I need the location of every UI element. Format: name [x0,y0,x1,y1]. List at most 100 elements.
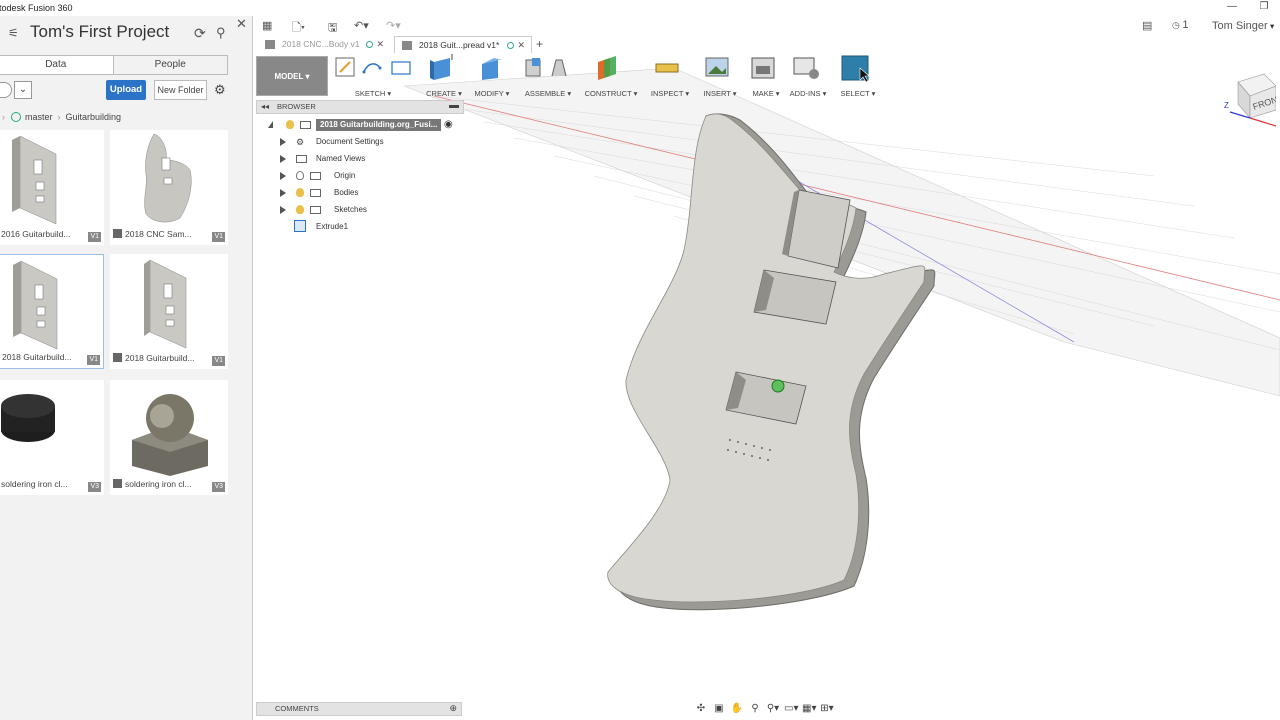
addins-group[interactable]: ADD-INS ▾ [788,54,828,100]
search-icon[interactable]: ⚲ [216,25,226,41]
sketch-tools-icons [335,57,411,77]
create-group[interactable]: CREATE ▾ [424,54,464,100]
tab-people[interactable]: People [112,56,227,74]
display-settings-icon[interactable]: ▭▾ [784,703,798,714]
add-tab-icon[interactable]: + [536,36,543,53]
assemble-group[interactable]: ASSEMBLE ▾ [522,54,574,100]
job-count: 1 [1182,19,1189,31]
tree-node[interactable]: Bodies [280,186,460,200]
insert-group[interactable]: INSERT ▾ [700,54,740,100]
fit-icon[interactable]: ⚲▾ [766,703,780,714]
expand-icon[interactable] [280,155,286,163]
file-item[interactable]: 2018 Guitarbuild... V1 [110,254,228,369]
visibility-bulb-icon[interactable] [296,188,304,197]
construct-menu[interactable]: CONSTRUCT ▾ [584,89,638,98]
branch-icon [11,112,21,122]
breadcrumb-guitarbuilding[interactable]: Guitarbuilding [66,112,122,122]
make-menu[interactable]: MAKE ▾ [746,89,786,98]
refresh-icon[interactable]: ⟳ [194,25,206,42]
create-menu[interactable]: CREATE ▾ [424,89,464,98]
expand-icon[interactable] [280,206,286,214]
minimize-icon[interactable]: ▬ [449,100,459,112]
sync-status-icon [507,42,514,49]
undo-icon[interactable]: ↶▾ [354,19,369,32]
collapse-icon[interactable]: ◂◂ [261,101,269,113]
assemble-menu[interactable]: ASSEMBLE ▾ [522,89,574,98]
expand-icon[interactable] [280,189,286,197]
user-menu[interactable]: Tom Singer ▾ [1212,20,1274,32]
file-thumbnail [144,259,187,349]
new-folder-button[interactable]: New Folder [154,80,207,100]
document-tab[interactable]: 2018 CNC...Body v1 ✕ [258,36,390,53]
file-item[interactable]: 2018 Guitarbuild... V1 [0,254,104,369]
add-comment-icon[interactable]: ⊕ [449,702,457,714]
file-item[interactable]: soldering iron cl... V3 [0,380,104,495]
visibility-bulb-icon[interactable] [296,205,304,214]
file-item[interactable]: 2016 Guitarbuild... V1 [0,130,104,245]
tree-node[interactable]: ⚙ Document Settings [280,135,460,149]
notification-icon[interactable]: ▤ [1142,19,1152,32]
viewports-icon[interactable]: ⊞▾ [820,703,834,714]
breadcrumb-master[interactable]: master [25,112,53,122]
sketch-menu[interactable]: SKETCH ▾ [334,89,412,98]
select-menu[interactable]: SELECT ▾ [838,89,878,98]
orbit-icon[interactable]: ✣ [694,703,708,714]
quick-access-toolbar: ▦ 🗋▾ 🖫 ↶▾ ↷▾ ▤ ◷ 1 Tom Singer ▾ [254,16,1280,36]
job-status-icon[interactable]: ◷ 1 [1172,19,1188,31]
close-icon[interactable]: ✕ [236,16,247,32]
close-icon[interactable]: ✕ [376,36,384,53]
expand-icon[interactable] [280,172,286,180]
timeline-node[interactable]: Extrude1 [294,220,454,234]
view-toggle-icon[interactable] [0,82,12,98]
insert-menu[interactable]: INSERT ▾ [700,89,740,98]
restore-button[interactable]: ❐ [1248,0,1280,16]
grid-settings-icon[interactable]: ▦▾ [802,703,816,714]
file-name: 2016 Guitarbuild... [1,229,71,239]
tree-node-label: Sketches [334,205,367,214]
document-tab-active[interactable]: 2018 Guit...pread v1* ✕ [394,36,532,53]
expand-icon[interactable] [268,121,273,128]
file-thumbnail [132,394,208,476]
look-at-icon[interactable]: ▣ [712,703,726,714]
close-icon[interactable]: ✕ [517,37,525,54]
tree-root[interactable]: 2018 Guitarbuilding.org_Fusi... ◉ [268,118,464,132]
addins-menu[interactable]: ADD-INS ▾ [788,89,828,98]
activate-radio-icon[interactable]: ◉ [444,118,453,132]
upload-button[interactable]: Upload [106,80,146,100]
zoom-icon[interactable]: ⚲ [748,703,762,714]
file-item[interactable]: soldering iron cl... V3 [110,380,228,495]
comments-title: COMMENTS [275,704,319,713]
modify-group[interactable]: MODIFY ▾ [472,54,512,100]
visibility-bulb-icon[interactable] [296,171,304,180]
root-component-label: 2018 Guitarbuilding.org_Fusi... [316,119,442,131]
file-name: 2018 CNC Sam... [125,229,192,239]
tree-node[interactable]: Sketches [280,203,460,217]
data-panel-grid-icon[interactable]: ▦ [262,19,272,32]
gear-icon[interactable]: ⚙ [214,82,226,98]
tab-label: 2018 Guit...pread v1* [419,40,500,50]
pan-icon[interactable]: ✋ [730,703,744,714]
redo-icon[interactable]: ↷▾ [386,19,401,32]
tab-data[interactable]: Data [0,56,113,74]
view-cube[interactable]: FRONT Z [1224,72,1276,132]
expand-icon[interactable] [280,138,286,146]
modify-menu[interactable]: MODIFY ▾ [472,89,512,98]
addins-scripts-icon [793,57,819,79]
inspect-group[interactable]: INSPECT ▾ [650,54,690,100]
tree-node[interactable]: Origin [280,169,460,183]
origin-marker[interactable] [771,379,785,393]
minimize-button[interactable]: — [1216,0,1248,16]
sketch-group[interactable]: SKETCH ▾ [334,54,412,100]
tree-node[interactable]: Named Views [280,152,460,166]
file-item[interactable]: 2018 CNC Sam... V1 [110,130,228,245]
chevron-down-icon[interactable]: ⌄ [14,81,32,99]
workspace-switcher[interactable]: MODEL ▾ [256,56,328,96]
select-group[interactable]: SELECT ▾ [838,54,878,100]
visibility-bulb-icon[interactable] [286,120,294,129]
folder-icon [296,155,307,163]
inspect-menu[interactable]: INSPECT ▾ [650,89,690,98]
construct-group[interactable]: CONSTRUCT ▾ [584,54,638,100]
version-badge: V1 [212,232,225,242]
version-badge: V1 [212,356,225,366]
make-group[interactable]: MAKE ▾ [746,54,786,100]
